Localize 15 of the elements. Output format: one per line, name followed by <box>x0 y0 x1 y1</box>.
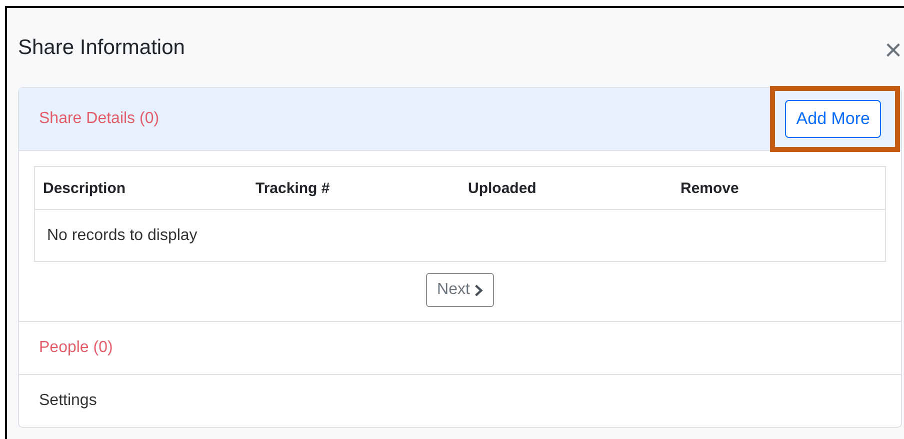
column-header: Tracking # <box>254 180 331 196</box>
add-more-button[interactable]: Add More <box>785 100 881 138</box>
column-header: Uploaded <box>467 180 538 196</box>
empty-message: No records to display <box>46 226 198 244</box>
section-title[interactable]: People (0) <box>39 339 113 357</box>
column-header: Remove <box>680 180 740 196</box>
section-title[interactable]: Settings <box>39 392 97 410</box>
dialog-title: Share Information <box>18 36 185 60</box>
section-title[interactable]: Share Details (0) <box>39 110 160 128</box>
section-header[interactable]: Share Details (0) Add More <box>19 88 901 151</box>
chevron-right-icon <box>474 284 483 296</box>
close-button[interactable]: × <box>884 36 902 66</box>
section-header[interactable]: Settings <box>19 374 901 427</box>
column-header: Description <box>42 180 127 196</box>
section-header[interactable]: People (0) <box>19 321 901 374</box>
